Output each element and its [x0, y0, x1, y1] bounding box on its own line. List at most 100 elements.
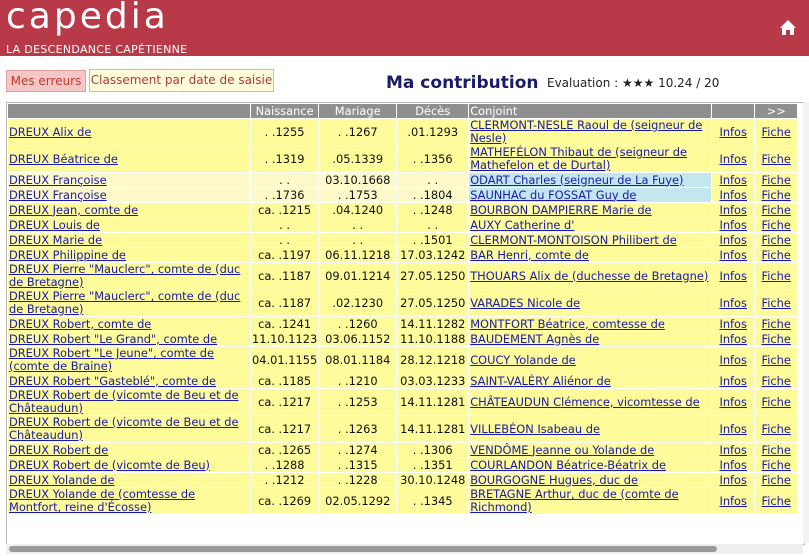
fiche-link[interactable]: Fiche	[762, 233, 791, 247]
fiche-link[interactable]: Fiche	[762, 317, 791, 331]
spouse-name[interactable]: BOURBON DAMPIERRE Marie de	[470, 203, 651, 217]
spouse-name-cell[interactable]: CHÂTEAUDUN Clémence, vicomtesse de	[469, 389, 712, 415]
person-name-cell[interactable]: DREUX Robert de (vicomte de Beu)	[8, 458, 250, 472]
infos-link-cell[interactable]: Infos	[712, 416, 755, 442]
infos-link[interactable]: Infos	[719, 332, 747, 346]
fiche-link[interactable]: Fiche	[762, 125, 791, 139]
spouse-name-cell[interactable]: AUXY Catherine d'	[469, 218, 712, 232]
spouse-name-cell[interactable]: SAINT-VALÉRY Aliénor de	[469, 374, 712, 388]
spouse-name[interactable]: ODART Charles (seigneur de La Fuye)	[470, 173, 683, 187]
fiche-link-cell[interactable]: Fiche	[755, 374, 798, 388]
fiche-link-cell[interactable]: Fiche	[755, 443, 798, 457]
fiche-link[interactable]: Fiche	[762, 494, 791, 508]
spouse-name[interactable]: COURLANDON Béatrice-Béatrix de	[470, 458, 666, 472]
fiche-link[interactable]: Fiche	[762, 458, 791, 472]
person-name-cell[interactable]: DREUX Robert de (vicomte de Beu et de Ch…	[8, 389, 250, 415]
infos-link[interactable]: Infos	[719, 203, 747, 217]
fiche-link[interactable]: Fiche	[762, 248, 791, 262]
home-icon[interactable]	[779, 19, 797, 37]
infos-link-cell[interactable]: Infos	[712, 347, 755, 373]
fiche-link-cell[interactable]: Fiche	[755, 263, 798, 289]
fiche-link[interactable]: Fiche	[762, 269, 791, 283]
person-name-cell[interactable]: DREUX Françoise	[8, 173, 250, 187]
fiche-link[interactable]: Fiche	[762, 173, 791, 187]
fiche-link[interactable]: Fiche	[762, 218, 791, 232]
person-name-cell[interactable]: DREUX Yolande de	[8, 473, 250, 487]
person-name-cell[interactable]: DREUX Robert de	[8, 443, 250, 457]
person-name[interactable]: DREUX Jean, comte de	[9, 203, 138, 217]
infos-link[interactable]: Infos	[719, 233, 747, 247]
infos-link[interactable]: Infos	[719, 248, 747, 262]
spouse-name-cell[interactable]: VARADES Nicole de	[469, 290, 712, 316]
fiche-link-cell[interactable]: Fiche	[755, 347, 798, 373]
person-name-cell[interactable]: DREUX Béatrice de	[8, 146, 250, 172]
person-name[interactable]: DREUX Françoise	[9, 188, 107, 202]
fiche-link-cell[interactable]: Fiche	[755, 233, 798, 247]
site-logo[interactable]: capedia	[6, 0, 169, 37]
fiche-link-cell[interactable]: Fiche	[755, 332, 798, 346]
person-name[interactable]: DREUX Pierre "Mauclerc", comte de (duc d…	[9, 262, 240, 289]
scrollbar-thumb[interactable]	[9, 546, 717, 552]
person-name-cell[interactable]: DREUX Robert de (vicomte de Beu et de Ch…	[8, 416, 250, 442]
spouse-name-cell[interactable]: CLERMONT-MONTOISON Philibert de	[469, 233, 712, 247]
person-name-cell[interactable]: DREUX Robert "Le Jeune", comte de (comte…	[8, 347, 250, 373]
fiche-link-cell[interactable]: Fiche	[755, 389, 798, 415]
infos-link[interactable]: Infos	[719, 443, 747, 457]
spouse-name-cell[interactable]: MATHEFÉLON Thibaut de (seigneur de Mathe…	[469, 146, 712, 172]
fiche-link[interactable]: Fiche	[762, 473, 791, 487]
spouse-name[interactable]: CHÂTEAUDUN Clémence, vicomtesse de	[470, 395, 699, 409]
infos-link[interactable]: Infos	[719, 125, 747, 139]
fiche-link-cell[interactable]: Fiche	[755, 416, 798, 442]
fiche-link-cell[interactable]: Fiche	[755, 248, 798, 262]
person-name-cell[interactable]: DREUX Philippine de	[8, 248, 250, 262]
infos-link[interactable]: Infos	[719, 269, 747, 283]
infos-link-cell[interactable]: Infos	[712, 458, 755, 472]
spouse-name[interactable]: AUXY Catherine d'	[470, 218, 574, 232]
person-name-cell[interactable]: DREUX Pierre "Mauclerc", comte de (duc d…	[8, 290, 250, 316]
fiche-link[interactable]: Fiche	[762, 152, 791, 166]
infos-link-cell[interactable]: Infos	[712, 119, 755, 145]
fiche-link-cell[interactable]: Fiche	[755, 488, 798, 514]
person-name-cell[interactable]: DREUX Françoise	[8, 188, 250, 202]
fiche-link-cell[interactable]: Fiche	[755, 218, 798, 232]
spouse-name-cell[interactable]: BAR Henri, comte de	[469, 248, 712, 262]
infos-link-cell[interactable]: Infos	[712, 290, 755, 316]
infos-link-cell[interactable]: Infos	[712, 332, 755, 346]
person-name[interactable]: DREUX Pierre "Mauclerc", comte de (duc d…	[9, 289, 240, 316]
person-name[interactable]: DREUX Alix de	[9, 125, 91, 139]
fiche-link[interactable]: Fiche	[762, 374, 791, 388]
infos-link[interactable]: Infos	[719, 296, 747, 310]
person-name[interactable]: DREUX Robert de (vicomte de Beu et de Ch…	[9, 388, 239, 415]
person-name[interactable]: DREUX Louis de	[9, 218, 100, 232]
spouse-name[interactable]: BAUDEMENT Agnès de	[470, 332, 599, 346]
infos-link[interactable]: Infos	[719, 395, 747, 409]
person-name-cell[interactable]: DREUX Yolande de (comtesse de Montfort, …	[8, 488, 250, 514]
infos-link[interactable]: Infos	[719, 458, 747, 472]
spouse-name-cell[interactable]: COUCY Yolande de	[469, 347, 712, 373]
infos-link[interactable]: Infos	[719, 173, 747, 187]
infos-link-cell[interactable]: Infos	[712, 488, 755, 514]
person-name[interactable]: DREUX Béatrice de	[9, 152, 118, 166]
fiche-link[interactable]: Fiche	[762, 332, 791, 346]
fiche-link-cell[interactable]: Fiche	[755, 146, 798, 172]
my-errors-button[interactable]: Mes erreurs	[6, 70, 86, 92]
infos-link-cell[interactable]: Infos	[712, 374, 755, 388]
person-name-cell[interactable]: DREUX Jean, comte de	[8, 203, 250, 217]
person-name-cell[interactable]: DREUX Louis de	[8, 218, 250, 232]
person-name[interactable]: DREUX Robert de (vicomte de Beu)	[9, 458, 210, 472]
spouse-name-cell[interactable]: BAUDEMENT Agnès de	[469, 332, 712, 346]
infos-link-cell[interactable]: Infos	[712, 443, 755, 457]
spouse-name-cell[interactable]: CLERMONT-NESLE Raoul de (seigneur de Nes…	[469, 118, 712, 145]
spouse-name-cell[interactable]: COURLANDON Béatrice-Béatrix de	[469, 458, 712, 472]
spouse-name-cell[interactable]: VENDÔME Jeanne ou Yolande de	[469, 443, 712, 457]
person-name[interactable]: DREUX Marie de	[9, 233, 102, 247]
infos-link-cell[interactable]: Infos	[712, 203, 755, 217]
person-name-cell[interactable]: DREUX Alix de	[8, 119, 250, 145]
spouse-name[interactable]: VILLEBÉON Isabeau de	[470, 422, 600, 436]
infos-link[interactable]: Infos	[719, 353, 747, 367]
spouse-name-cell[interactable]: SAUNHAC du FOSSAT Guy de	[469, 188, 712, 202]
person-name-cell[interactable]: DREUX Robert, comte de	[8, 317, 250, 331]
spouse-name[interactable]: CLERMONT-NESLE Raoul de (seigneur de Nes…	[470, 118, 702, 145]
infos-link-cell[interactable]: Infos	[712, 146, 755, 172]
person-name[interactable]: DREUX Yolande de (comtesse de Montfort, …	[9, 487, 195, 514]
